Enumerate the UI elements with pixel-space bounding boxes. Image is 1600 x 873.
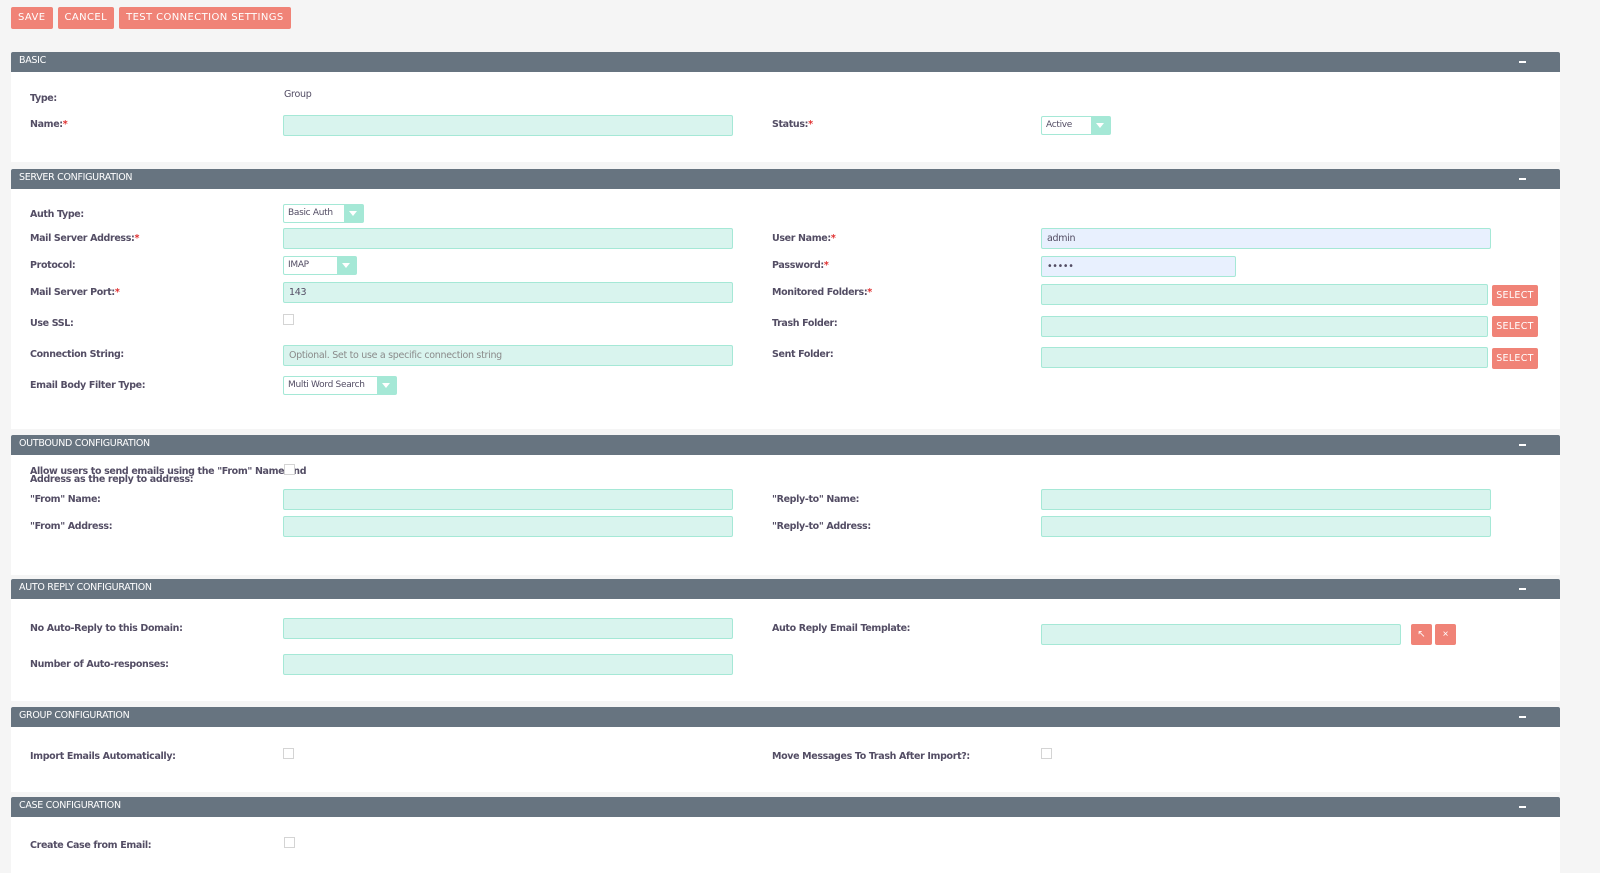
panel-outbound-configuration: OUTBOUND CONFIGURATION Allow users to se… bbox=[11, 435, 1560, 575]
mail-server-address-input[interactable] bbox=[283, 228, 733, 249]
monitored-folders-label: Monitored Folders:* bbox=[772, 287, 872, 298]
use-ssl-label: Use SSL: bbox=[30, 318, 74, 329]
panel-group-configuration: GROUP CONFIGURATION Import Emails Automa… bbox=[11, 707, 1560, 792]
protocol-label: Protocol: bbox=[30, 260, 76, 271]
sent-folder-select-button[interactable]: SELECT bbox=[1492, 348, 1538, 369]
panel-title: CASE CONFIGURATION bbox=[19, 800, 121, 811]
action-toolbar: SAVE CANCEL TEST CONNECTION SETTINGS bbox=[11, 7, 291, 29]
reply-to-address-label: "Reply-to" Address: bbox=[772, 521, 871, 532]
collapse-icon[interactable] bbox=[1519, 444, 1526, 446]
panel-title: BASIC bbox=[19, 55, 46, 66]
panel-title: AUTO REPLY CONFIGURATION bbox=[19, 582, 152, 593]
clear-template-button[interactable]: × bbox=[1435, 624, 1456, 645]
number-of-auto-responses-input[interactable] bbox=[283, 654, 733, 675]
panel-header-case[interactable]: CASE CONFIGURATION bbox=[11, 797, 1560, 817]
panel-header-server[interactable]: SERVER CONFIGURATION bbox=[11, 169, 1560, 189]
cancel-button[interactable]: CANCEL bbox=[57, 7, 115, 29]
panel-title: SERVER CONFIGURATION bbox=[19, 172, 133, 183]
password-label: Password:* bbox=[772, 260, 829, 271]
monitored-folders-select-button[interactable]: SELECT bbox=[1492, 285, 1538, 306]
panel-header-basic[interactable]: BASIC bbox=[11, 52, 1560, 72]
reply-to-address-input[interactable] bbox=[1041, 516, 1491, 537]
chevron-down-icon bbox=[344, 205, 363, 222]
trash-folder-input[interactable] bbox=[1041, 316, 1488, 337]
monitored-folders-input[interactable] bbox=[1041, 284, 1488, 305]
panel-basic: BASIC Type: Group Name:* Status:* Active bbox=[11, 52, 1560, 162]
panel-title: GROUP CONFIGURATION bbox=[19, 710, 130, 721]
reply-to-name-input[interactable] bbox=[1041, 489, 1491, 510]
status-select[interactable]: Active bbox=[1041, 116, 1111, 135]
email-body-filter-type-label: Email Body Filter Type: bbox=[30, 380, 146, 391]
mail-server-port-input[interactable]: 143 bbox=[283, 282, 733, 303]
save-button[interactable]: SAVE bbox=[11, 7, 53, 29]
create-case-checkbox[interactable] bbox=[284, 837, 295, 848]
type-value: Group bbox=[284, 89, 312, 100]
panel-case-configuration: CASE CONFIGURATION Create Case from Emai… bbox=[11, 797, 1560, 873]
mail-server-address-label: Mail Server Address:* bbox=[30, 233, 140, 244]
auto-reply-template-label: Auto Reply Email Template: bbox=[772, 623, 911, 634]
from-name-label: "From" Name: bbox=[30, 494, 101, 505]
type-label: Type: bbox=[30, 93, 57, 104]
panel-header-auto-reply[interactable]: AUTO REPLY CONFIGURATION bbox=[11, 579, 1560, 599]
auth-type-label: Auth Type: bbox=[30, 209, 84, 220]
sent-folder-label: Sent Folder: bbox=[772, 349, 834, 360]
allow-from-reply-checkbox[interactable] bbox=[284, 464, 295, 475]
sent-folder-input[interactable] bbox=[1041, 347, 1488, 368]
collapse-icon[interactable] bbox=[1519, 61, 1526, 63]
use-ssl-checkbox[interactable] bbox=[283, 314, 294, 325]
name-label: Name:* bbox=[30, 119, 68, 130]
panel-server-configuration: SERVER CONFIGURATION Auth Type: Basic Au… bbox=[11, 169, 1560, 429]
user-name-label: User Name:* bbox=[772, 233, 836, 244]
move-to-trash-checkbox[interactable] bbox=[1041, 748, 1052, 759]
chevron-down-icon bbox=[337, 257, 356, 274]
chevron-down-icon bbox=[1091, 117, 1110, 134]
panel-title: OUTBOUND CONFIGURATION bbox=[19, 438, 150, 449]
auth-type-select[interactable]: Basic Auth bbox=[283, 204, 364, 223]
reply-to-name-label: "Reply-to" Name: bbox=[772, 494, 860, 505]
password-input[interactable]: ••••• bbox=[1041, 256, 1236, 277]
allow-from-reply-label: Allow users to send emails using the "Fr… bbox=[30, 466, 307, 485]
auto-reply-template-input[interactable] bbox=[1041, 624, 1401, 645]
move-to-trash-label: Move Messages To Trash After Import?: bbox=[772, 751, 970, 762]
connection-string-label: Connection String: bbox=[30, 349, 124, 360]
protocol-select[interactable]: IMAP bbox=[283, 256, 357, 275]
test-connection-button[interactable]: TEST CONNECTION SETTINGS bbox=[119, 7, 291, 29]
panel-auto-reply-configuration: AUTO REPLY CONFIGURATION No Auto-Reply t… bbox=[11, 579, 1560, 701]
import-emails-checkbox[interactable] bbox=[283, 748, 294, 759]
no-auto-reply-domain-input[interactable] bbox=[283, 618, 733, 639]
create-case-label: Create Case from Email: bbox=[30, 840, 152, 851]
select-template-button[interactable]: ↖ bbox=[1411, 624, 1432, 645]
collapse-icon[interactable] bbox=[1519, 806, 1526, 808]
number-of-auto-responses-label: Number of Auto-responses: bbox=[30, 659, 169, 670]
mail-server-port-label: Mail Server Port:* bbox=[30, 287, 120, 298]
from-address-label: "From" Address: bbox=[30, 521, 113, 532]
status-label: Status:* bbox=[772, 119, 813, 130]
name-input[interactable] bbox=[283, 115, 733, 136]
cursor-arrow-icon: ↖ bbox=[1417, 629, 1426, 640]
connection-string-input[interactable]: Optional. Set to use a specific connecti… bbox=[283, 345, 733, 366]
panel-header-outbound[interactable]: OUTBOUND CONFIGURATION bbox=[11, 435, 1560, 455]
no-auto-reply-domain-label: No Auto-Reply to this Domain: bbox=[30, 623, 183, 634]
user-name-input[interactable]: admin bbox=[1041, 228, 1491, 249]
panel-header-group[interactable]: GROUP CONFIGURATION bbox=[11, 707, 1560, 727]
trash-folder-label: Trash Folder: bbox=[772, 318, 838, 329]
import-emails-label: Import Emails Automatically: bbox=[30, 751, 176, 762]
collapse-icon[interactable] bbox=[1519, 178, 1526, 180]
trash-folder-select-button[interactable]: SELECT bbox=[1492, 316, 1538, 337]
collapse-icon[interactable] bbox=[1519, 716, 1526, 718]
from-name-input[interactable] bbox=[283, 489, 733, 510]
close-icon: × bbox=[1442, 629, 1449, 640]
chevron-down-icon bbox=[377, 377, 396, 394]
collapse-icon[interactable] bbox=[1519, 588, 1526, 590]
from-address-input[interactable] bbox=[283, 516, 733, 537]
email-body-filter-type-select[interactable]: Multi Word Search bbox=[283, 376, 397, 395]
